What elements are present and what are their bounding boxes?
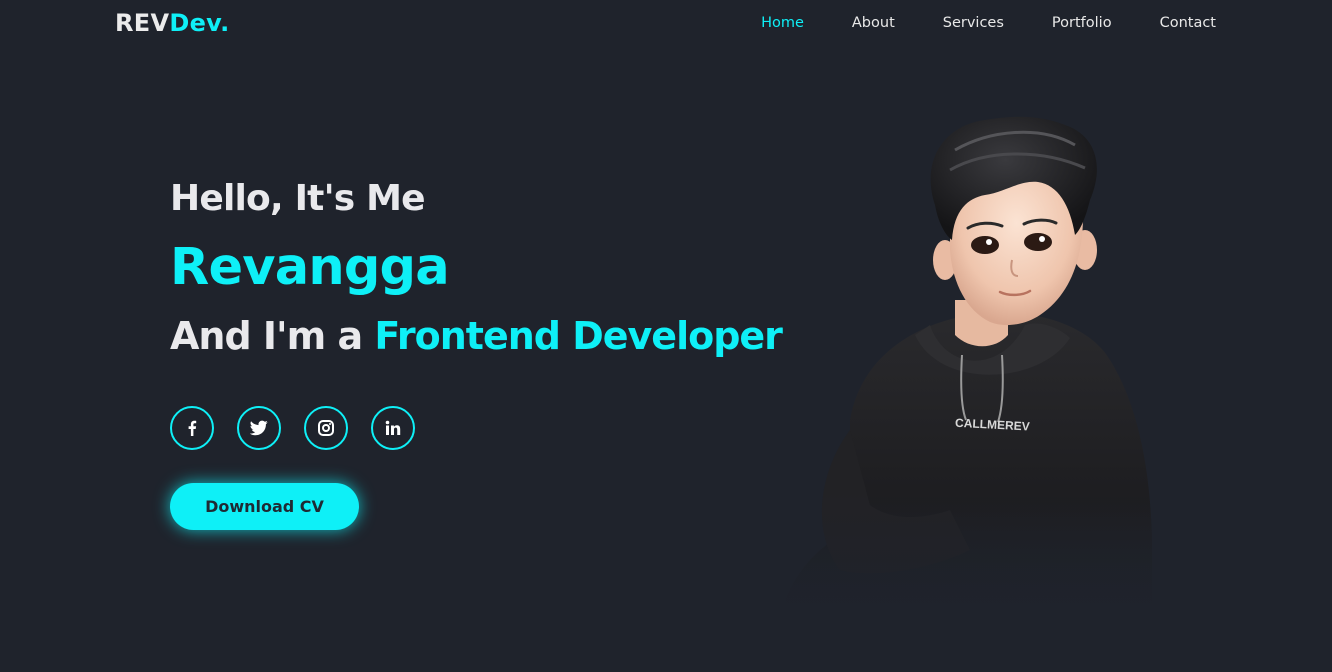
nav-contact[interactable]: Contact (1160, 15, 1216, 31)
facebook-link[interactable] (170, 406, 214, 450)
hero-name: Revangga (170, 238, 450, 297)
role-prefix: And I'm a (170, 314, 363, 358)
nav-portfolio[interactable]: Portfolio (1052, 15, 1112, 31)
nav-services[interactable]: Services (943, 15, 1004, 31)
linkedin-link[interactable] (371, 406, 415, 450)
site-logo[interactable]: REVDev. (115, 9, 230, 37)
nav-about[interactable]: About (852, 15, 895, 31)
logo-text: REV (115, 9, 170, 37)
hero-role: And I'm a Frontend Developer (170, 314, 783, 358)
linkedin-icon (385, 420, 401, 435)
social-links (170, 406, 415, 450)
avatar-illustration: CALLMEREV (740, 116, 1180, 630)
page: REVDev. Home About Services Portfolio Co… (0, 0, 1332, 672)
role-highlight: Frontend Developer (374, 314, 783, 358)
main-nav: Home About Services Portfolio Contact (761, 15, 1216, 31)
instagram-link[interactable] (304, 406, 348, 450)
twitter-link[interactable] (237, 406, 281, 450)
logo-accent-text: Dev. (169, 9, 230, 37)
nav-home[interactable]: Home (761, 15, 804, 31)
twitter-icon (250, 420, 268, 436)
hero-greeting: Hello, It's Me (170, 178, 426, 219)
instagram-icon (318, 420, 334, 436)
facebook-icon (188, 420, 197, 436)
download-cv-button[interactable]: Download CV (170, 483, 359, 530)
